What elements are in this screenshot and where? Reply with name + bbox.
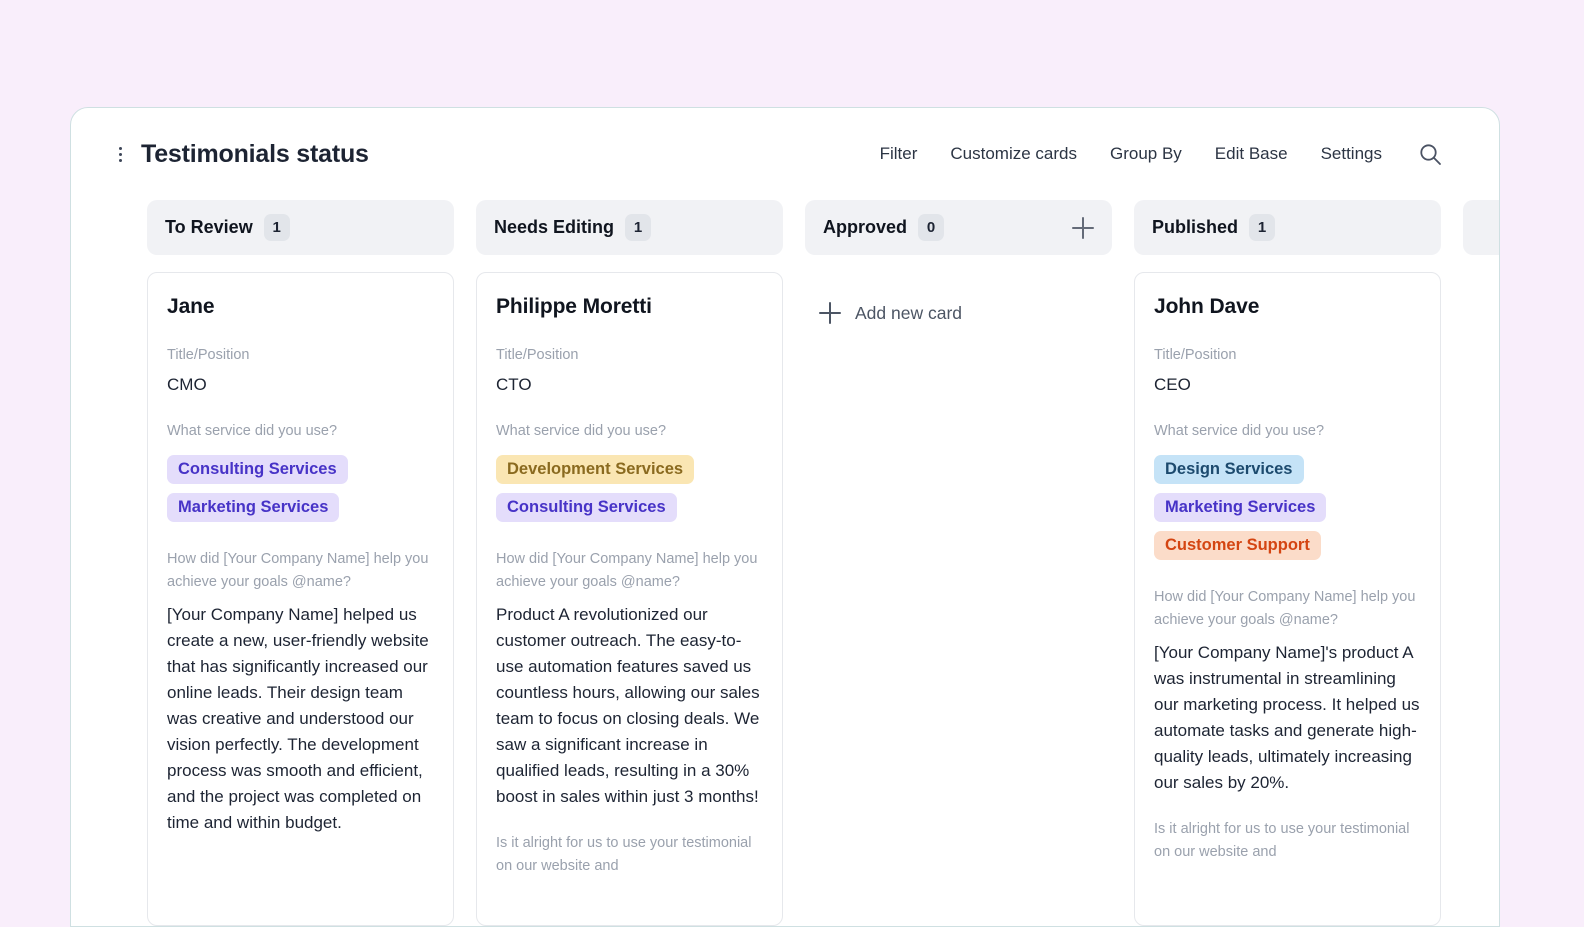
toolbar-nav: Filter Customize cards Group By Edit Bas… bbox=[880, 144, 1382, 164]
card-title: Jane bbox=[167, 295, 434, 319]
field-label-title-position: Title/Position bbox=[496, 344, 763, 368]
app-toolbar: Testimonials status Filter Customize car… bbox=[71, 108, 1499, 200]
kanban-column-published: Published 1 John Dave Title/Position CEO… bbox=[1134, 200, 1441, 926]
field-value-testimonial: [Your Company Name]'s product A was inst… bbox=[1154, 640, 1421, 796]
field-label-testimonial: How did [Your Company Name] help you ach… bbox=[1154, 586, 1421, 633]
field-label-testimonial: How did [Your Company Name] help you ach… bbox=[167, 548, 434, 595]
search-icon[interactable] bbox=[1417, 141, 1443, 167]
field-value-title-position: CTO bbox=[496, 375, 763, 395]
add-new-card-label: Add new card bbox=[855, 303, 962, 324]
column-body bbox=[1463, 272, 1499, 926]
field-value-testimonial: Product A revolutionized our customer ou… bbox=[496, 602, 763, 810]
column-header[interactable]: Needs Editing 1 bbox=[476, 200, 783, 255]
toolbar-item-edit-base[interactable]: Edit Base bbox=[1215, 144, 1288, 164]
column-header[interactable] bbox=[1463, 200, 1499, 255]
field-value-title-position: CMO bbox=[167, 375, 434, 395]
tag[interactable]: Marketing Services bbox=[1154, 493, 1326, 522]
kanban-columns: To Review 1 Jane Title/Position CMO What… bbox=[73, 200, 1499, 926]
tag[interactable]: Customer Support bbox=[1154, 531, 1321, 560]
field-label-title-position: Title/Position bbox=[1154, 344, 1421, 368]
field-label-service: What service did you use? bbox=[1154, 420, 1421, 444]
column-title: Approved bbox=[823, 217, 907, 238]
column-count-badge: 1 bbox=[264, 214, 290, 241]
column-body: Jane Title/Position CMO What service did… bbox=[147, 272, 454, 926]
add-new-card-button[interactable] bbox=[1489, 348, 1499, 400]
column-title: To Review bbox=[165, 217, 253, 238]
field-value-testimonial: [Your Company Name] helped us create a n… bbox=[167, 602, 434, 836]
tag[interactable]: Development Services bbox=[496, 455, 694, 484]
column-body: Philippe Moretti Title/Position CTO What… bbox=[476, 272, 783, 926]
kanban-column-next-partial bbox=[1463, 200, 1499, 926]
column-header[interactable]: To Review 1 bbox=[147, 200, 454, 255]
tag-list: Development Services Consulting Services bbox=[496, 455, 763, 522]
field-label-title-position: Title/Position bbox=[167, 344, 434, 368]
card-title: Philippe Moretti bbox=[496, 295, 763, 319]
page-title: Testimonials status bbox=[141, 140, 369, 169]
add-card-plus-icon[interactable] bbox=[1072, 217, 1094, 239]
column-header[interactable]: Approved 0 bbox=[805, 200, 1112, 255]
column-body: John Dave Title/Position CEO What servic… bbox=[1134, 272, 1441, 926]
card[interactable]: Philippe Moretti Title/Position CTO What… bbox=[476, 272, 783, 926]
kanban-column-to-review: To Review 1 Jane Title/Position CMO What… bbox=[147, 200, 454, 926]
field-label-permission: Is it alright for us to use your testimo… bbox=[1154, 818, 1421, 865]
card[interactable]: John Dave Title/Position CEO What servic… bbox=[1134, 272, 1441, 926]
field-label-service: What service did you use? bbox=[167, 420, 434, 444]
column-count-badge: 0 bbox=[918, 214, 944, 241]
column-count-badge: 1 bbox=[1249, 214, 1275, 241]
tag-list: Consulting Services Marketing Services bbox=[167, 455, 434, 522]
column-header[interactable]: Published 1 bbox=[1134, 200, 1441, 255]
column-title: Published bbox=[1152, 217, 1238, 238]
toolbar-item-settings[interactable]: Settings bbox=[1321, 144, 1382, 164]
toolbar-item-customize-cards[interactable]: Customize cards bbox=[950, 144, 1077, 164]
field-label-permission: Is it alright for us to use your testimo… bbox=[496, 832, 763, 879]
kanban-column-needs-editing: Needs Editing 1 Philippe Moretti Title/P… bbox=[476, 200, 783, 926]
add-new-card-button[interactable]: Add new card bbox=[805, 272, 1112, 324]
field-value-title-position: CEO bbox=[1154, 375, 1421, 395]
field-label-testimonial: How did [Your Company Name] help you ach… bbox=[496, 548, 763, 595]
tag[interactable]: Consulting Services bbox=[496, 493, 677, 522]
kanban-app-window: Testimonials status Filter Customize car… bbox=[70, 107, 1500, 927]
card[interactable]: Jane Title/Position CMO What service did… bbox=[147, 272, 454, 926]
toolbar-item-group-by[interactable]: Group By bbox=[1110, 144, 1182, 164]
kebab-vertical-icon[interactable] bbox=[111, 143, 129, 165]
tag-list: Design Services Marketing Services Custo… bbox=[1154, 455, 1421, 560]
column-body: Add new card bbox=[805, 272, 1112, 926]
tag[interactable]: Consulting Services bbox=[167, 455, 348, 484]
kanban-column-approved: Approved 0 Add new card bbox=[805, 200, 1112, 926]
column-title: Needs Editing bbox=[494, 217, 614, 238]
toolbar-item-filter[interactable]: Filter bbox=[880, 144, 918, 164]
column-count-badge: 1 bbox=[625, 214, 651, 241]
card-title: John Dave bbox=[1154, 295, 1421, 319]
plus-icon bbox=[819, 302, 841, 324]
kanban-board: To Review 1 Jane Title/Position CMO What… bbox=[71, 200, 1499, 926]
field-label-service: What service did you use? bbox=[496, 420, 763, 444]
tag[interactable]: Design Services bbox=[1154, 455, 1304, 484]
tag[interactable]: Marketing Services bbox=[167, 493, 339, 522]
